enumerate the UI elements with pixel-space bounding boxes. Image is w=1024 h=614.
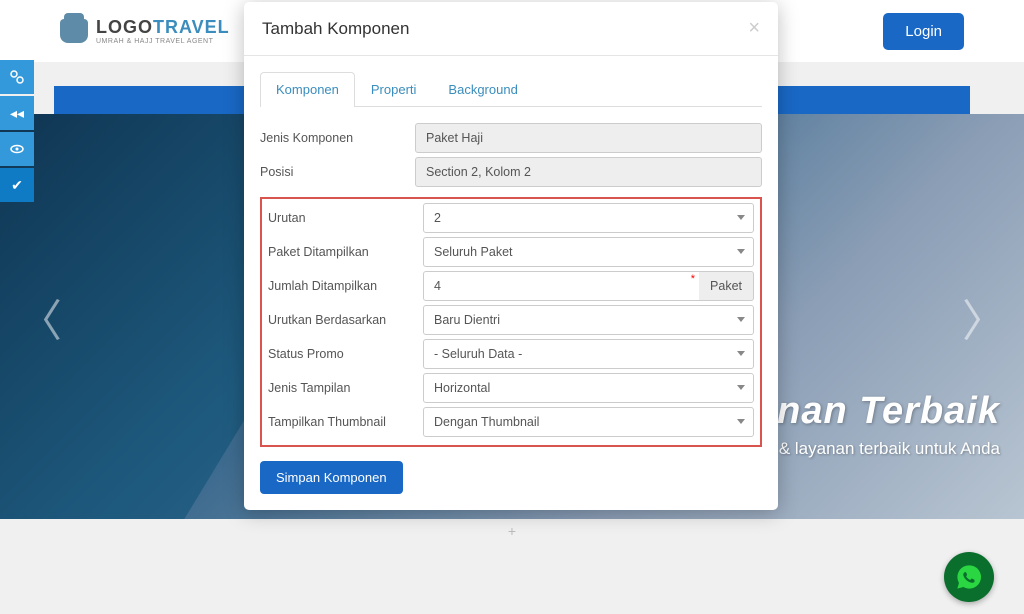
input-jumlah-ditampilkan[interactable] bbox=[423, 271, 701, 301]
label-tampilkan-thumbnail: Tampilkan Thumbnail bbox=[268, 407, 423, 437]
tab-komponen[interactable]: Komponen bbox=[260, 72, 355, 107]
addon-paket: Paket bbox=[699, 271, 754, 301]
select-status-promo[interactable]: - Seluruh Data - bbox=[423, 339, 754, 369]
input-jenis-komponen bbox=[415, 123, 762, 153]
label-jenis-tampilan: Jenis Tampilan bbox=[268, 373, 423, 403]
modal-backdrop: Tambah Komponen × Komponen Properti Back… bbox=[0, 0, 1024, 614]
highlighted-fields-frame: Urutan 2 Paket Ditampilkan Seluruh Paket bbox=[260, 197, 762, 447]
add-component-modal: Tambah Komponen × Komponen Properti Back… bbox=[244, 2, 778, 510]
modal-tabs: Komponen Properti Background bbox=[260, 72, 762, 107]
input-posisi bbox=[415, 157, 762, 187]
label-posisi: Posisi bbox=[260, 155, 415, 189]
select-paket-ditampilkan[interactable]: Seluruh Paket bbox=[423, 237, 754, 267]
select-urutan[interactable]: 2 bbox=[423, 203, 754, 233]
label-jenis-komponen: Jenis Komponen bbox=[260, 121, 415, 155]
tab-properti[interactable]: Properti bbox=[355, 72, 433, 106]
select-urutkan-berdasarkan[interactable]: Baru Dientri bbox=[423, 305, 754, 335]
simpan-komponen-button[interactable]: Simpan Komponen bbox=[260, 461, 403, 494]
select-jenis-tampilan[interactable]: Horizontal bbox=[423, 373, 754, 403]
required-asterisk: * bbox=[691, 273, 695, 285]
label-jumlah-ditampilkan: Jumlah Ditampilkan bbox=[268, 271, 423, 301]
tab-background[interactable]: Background bbox=[432, 72, 533, 106]
modal-title: Tambah Komponen bbox=[262, 19, 409, 39]
label-status-promo: Status Promo bbox=[268, 339, 423, 369]
label-urutan: Urutan bbox=[268, 203, 423, 233]
modal-close-button[interactable]: × bbox=[748, 17, 760, 40]
label-paket-ditampilkan: Paket Ditampilkan bbox=[268, 237, 423, 267]
label-urutkan-berdasarkan: Urutkan Berdasarkan bbox=[268, 305, 423, 335]
select-tampilkan-thumbnail[interactable]: Dengan Thumbnail bbox=[423, 407, 754, 437]
